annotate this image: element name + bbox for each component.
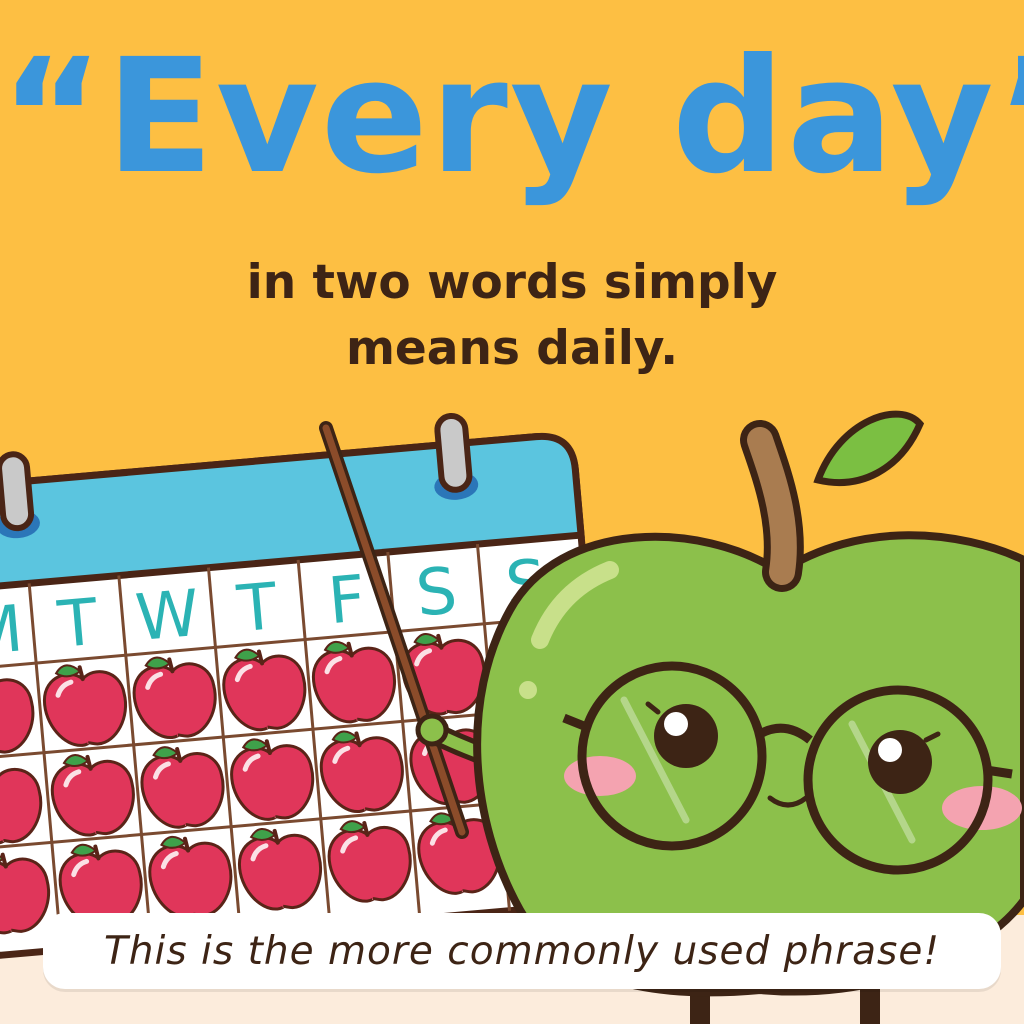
illustration-canvas: “Every day” in two words simply means da… bbox=[0, 0, 1024, 1024]
weekday-label: S bbox=[413, 554, 460, 631]
scene-illustration: M T W T F S S bbox=[0, 410, 1024, 1024]
caption-text: This is the more commonly used phrase! bbox=[103, 928, 941, 974]
weekday-label: T bbox=[234, 570, 281, 647]
weekday-label: W bbox=[133, 577, 202, 656]
weekday-label: F bbox=[325, 562, 368, 639]
caption-box: This is the more commonly used phrase! bbox=[43, 913, 1001, 989]
weekday-label: T bbox=[54, 586, 101, 663]
